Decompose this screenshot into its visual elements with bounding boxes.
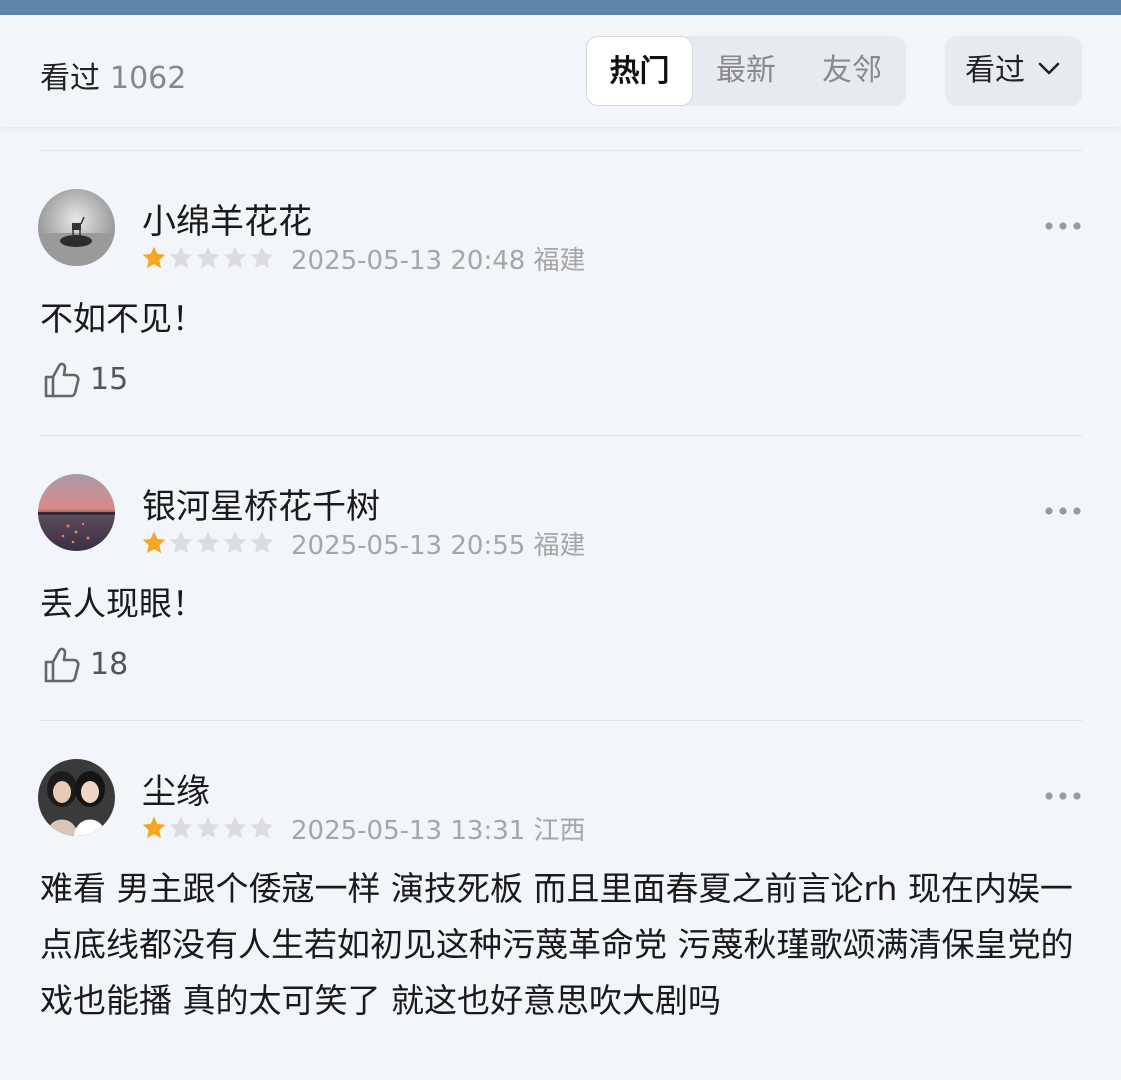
thumbs-up-icon [44,362,80,398]
more-options-icon[interactable] [1044,505,1082,517]
username[interactable]: 小绵羊花花 [142,194,312,243]
comment-text: 丢人现眼！ [40,584,205,623]
tab-friends[interactable]: 友邻 [802,36,902,106]
star-empty-icon [196,531,220,554]
star-empty-icon [223,816,247,839]
tab-latest[interactable]: 最新 [696,36,796,106]
like-button[interactable]: 18 [42,645,142,685]
star-empty-icon [250,246,274,269]
comment-meta: 2025-05-13 13:31 江西 [291,816,586,846]
star-empty-icon [196,816,220,839]
like-count: 18 [90,647,129,682]
star-empty-icon [250,531,274,554]
comments-header: 看过 1062 热门 最新 友邻 看过 [0,15,1121,127]
avatar[interactable] [38,189,115,266]
section-title-label: 看过 [40,61,100,96]
star-empty-icon [169,246,193,269]
star-filled-icon [142,816,166,839]
avatar[interactable] [38,759,115,836]
like-count: 15 [90,362,129,397]
comment-item: 银河星桥花千树 2025-05-13 20:55 福建 丢人现眼！ 18 [0,435,1121,720]
sunset-sea-avatar-icon [38,474,115,551]
star-empty-icon [169,531,193,554]
star-empty-icon [223,246,247,269]
star-empty-icon [223,531,247,554]
comment-item: 尘缘 2025-05-13 13:31 江西 难看 男主跟个倭寇一样 演技死板 … [0,720,1121,1080]
status-filter-dropdown[interactable]: 看过 [945,36,1082,106]
more-options-icon[interactable] [1044,790,1082,802]
more-options-icon[interactable] [1044,220,1082,232]
sort-tabs: 热门 最新 友邻 [586,36,906,106]
thumbs-up-icon [44,647,80,683]
section-title-count: 1062 [110,61,187,96]
star-filled-icon [142,246,166,269]
two-people-avatar-icon [38,759,115,836]
section-title: 看过 1062 [40,53,186,97]
star-empty-icon [169,816,193,839]
status-filter-label: 看过 [965,53,1025,88]
comment-text: 难看 男主跟个倭寇一样 演技死板 而且里面春夏之前言论rh 现在内娱一点底线都没… [40,869,1074,1020]
tab-hot[interactable]: 热门 [586,36,693,106]
chevron-down-icon [1038,62,1060,75]
avatar[interactable] [38,474,115,551]
comment-meta: 2025-05-13 20:48 福建 [291,246,586,276]
comment-text: 不如不见！ [40,299,205,338]
comment-meta: 2025-05-13 20:55 福建 [291,531,586,561]
star-filled-icon [142,531,166,554]
username[interactable]: 银河星桥花千树 [142,479,380,528]
like-button[interactable]: 15 [42,360,142,400]
status-bar [0,0,1121,15]
star-empty-icon [196,246,220,269]
comment-item: 小绵羊花花 2025-05-13 20:48 福建 不如不见！ 15 [0,150,1121,435]
star-empty-icon [250,816,274,839]
username[interactable]: 尘缘 [142,764,210,813]
deer-landscape-avatar-icon [38,189,115,266]
